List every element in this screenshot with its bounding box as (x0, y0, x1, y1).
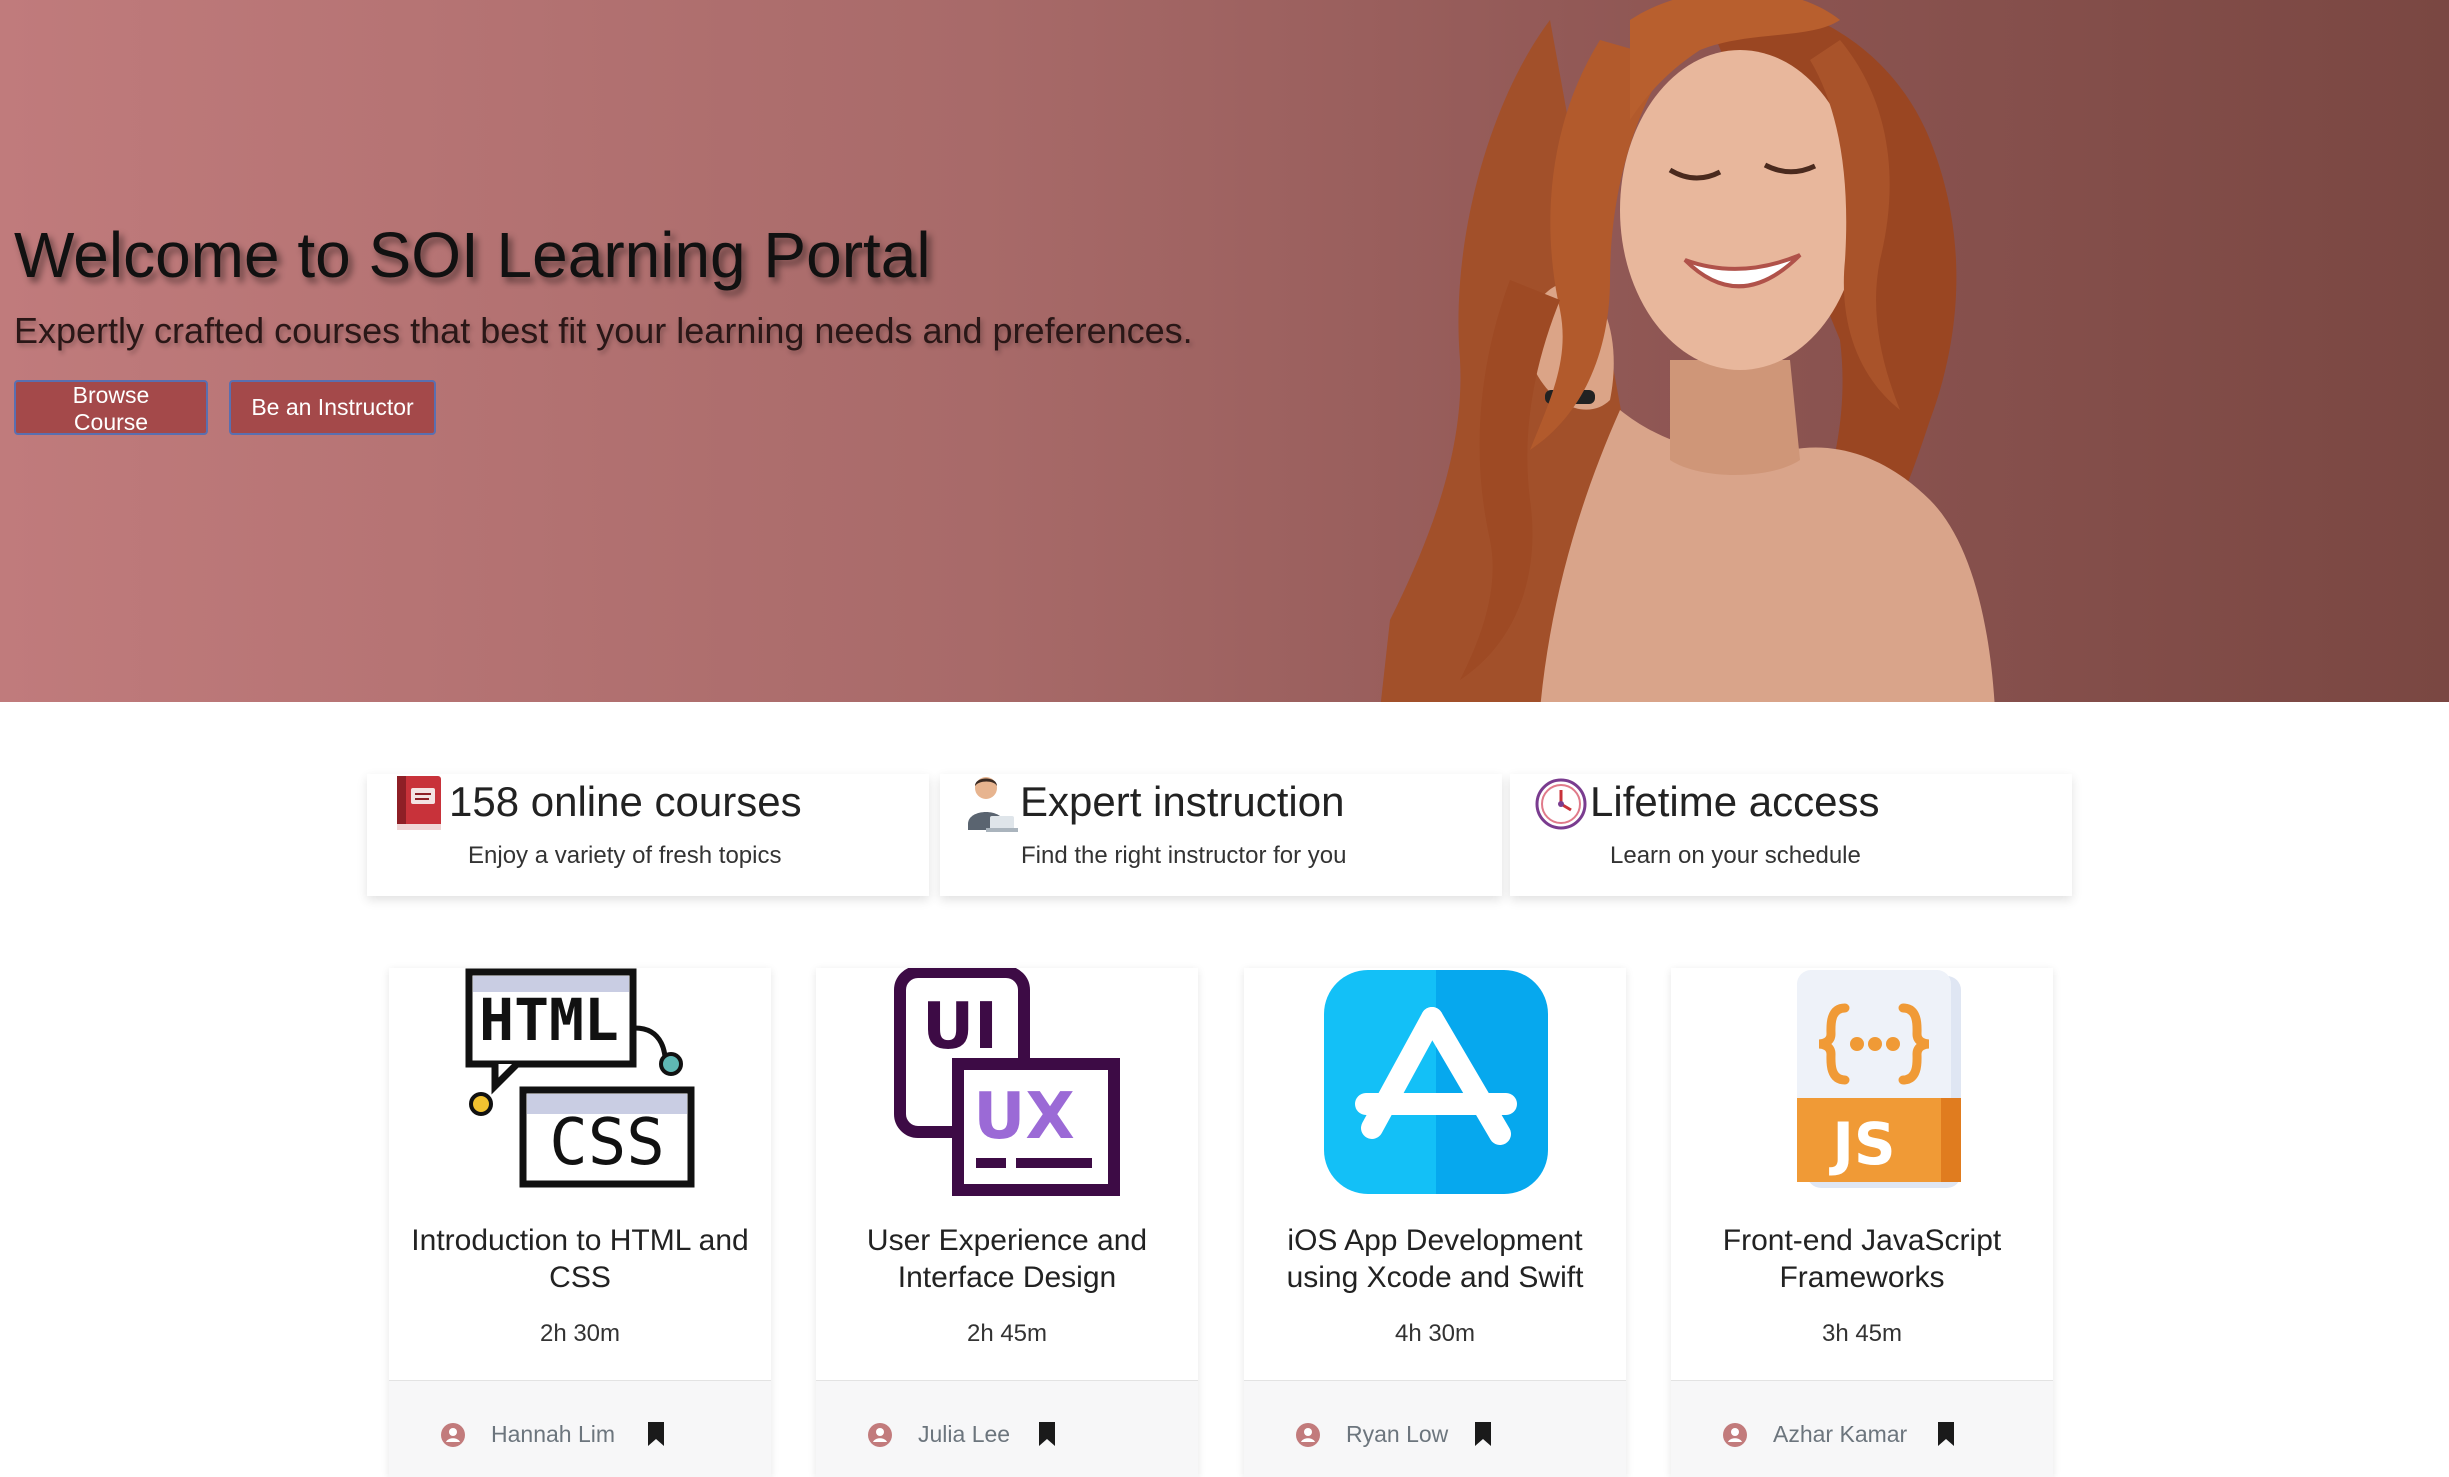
browse-course-button[interactable]: Browse Course (14, 380, 208, 435)
feature-card-instruction: Expert instruction Find the right instru… (940, 774, 1502, 896)
instructor-name[interactable]: Julia Lee (918, 1421, 1010, 1448)
feature-desc: Enjoy a variety of fresh topics (468, 842, 782, 869)
instructor-name[interactable]: Azhar Kamar (1773, 1421, 1907, 1448)
feature-title: 158 online courses (449, 778, 802, 825)
hero-subtitle: Expertly crafted courses that best fit y… (14, 310, 1193, 351)
be-instructor-button[interactable]: Be an Instructor (229, 380, 436, 435)
app-store-icon (1324, 970, 1548, 1194)
bookmark-icon[interactable] (647, 1421, 665, 1447)
svg-text:UX: UX (973, 1080, 1074, 1154)
svg-text:HTML: HTML (479, 986, 619, 1054)
feature-title: Expert instruction (1020, 778, 1345, 825)
instructor-name[interactable]: Ryan Low (1346, 1421, 1448, 1448)
instructor-name[interactable]: Hannah Lim (491, 1421, 615, 1448)
course-title[interactable]: Introduction to HTML and CSS (409, 1222, 751, 1296)
feature-card-lifetime: Lifetime access Learn on your schedule (1510, 774, 2072, 896)
course-footer: Hannah Lim (389, 1380, 771, 1477)
feature-title: Lifetime access (1590, 778, 1880, 825)
course-duration: 2h 30m (539, 1320, 621, 1347)
ui-ux-icon: UI UX (894, 968, 1120, 1196)
course-duration: 3h 45m (1821, 1320, 1903, 1347)
course-title[interactable]: User Experience and Interface Design (836, 1222, 1178, 1296)
course-title[interactable]: iOS App Development using Xcode and Swif… (1264, 1222, 1606, 1296)
user-icon (868, 1423, 892, 1447)
course-card[interactable]: HTML CSS Introduction to HTML and CSS 2h… (389, 968, 771, 1477)
javascript-icon: JS (1797, 970, 1961, 1188)
course-card[interactable]: UI UX User Experience and Interface Desi… (816, 968, 1198, 1477)
course-duration: 2h 45m (966, 1320, 1048, 1347)
book-icon (397, 776, 441, 830)
svg-text:UI: UI (922, 990, 998, 1064)
clock-icon (1535, 778, 1587, 830)
course-title[interactable]: Front-end JavaScript Frameworks (1691, 1222, 2033, 1296)
svg-text:JS: JS (1828, 1110, 1895, 1178)
user-icon (1723, 1423, 1747, 1447)
course-duration: 4h 30m (1394, 1320, 1476, 1347)
bookmark-icon[interactable] (1474, 1421, 1492, 1447)
feature-desc: Learn on your schedule (1610, 842, 1861, 869)
user-icon (441, 1423, 465, 1447)
course-footer: Ryan Low (1244, 1380, 1626, 1477)
hero-portrait-image (1380, 0, 1995, 702)
bookmark-icon[interactable] (1038, 1421, 1056, 1447)
course-card[interactable]: iOS App Development using Xcode and Swif… (1244, 968, 1626, 1477)
hero-title: Welcome to SOI Learning Portal (14, 219, 931, 291)
hero-banner: Welcome to SOI Learning Portal Expertly … (0, 0, 2449, 702)
instructor-icon (968, 777, 1018, 832)
course-footer: Julia Lee (816, 1380, 1198, 1477)
bookmark-icon[interactable] (1937, 1421, 1955, 1447)
feature-card-courses: 158 online courses Enjoy a variety of fr… (367, 774, 929, 896)
course-footer: Azhar Kamar (1671, 1380, 2053, 1477)
course-card[interactable]: JS Front-end JavaScript Frameworks 3h 45… (1671, 968, 2053, 1477)
feature-desc: Find the right instructor for you (1021, 842, 1347, 869)
html-css-icon: HTML CSS (465, 968, 695, 1188)
svg-text:CSS: CSS (549, 1106, 665, 1180)
user-icon (1296, 1423, 1320, 1447)
